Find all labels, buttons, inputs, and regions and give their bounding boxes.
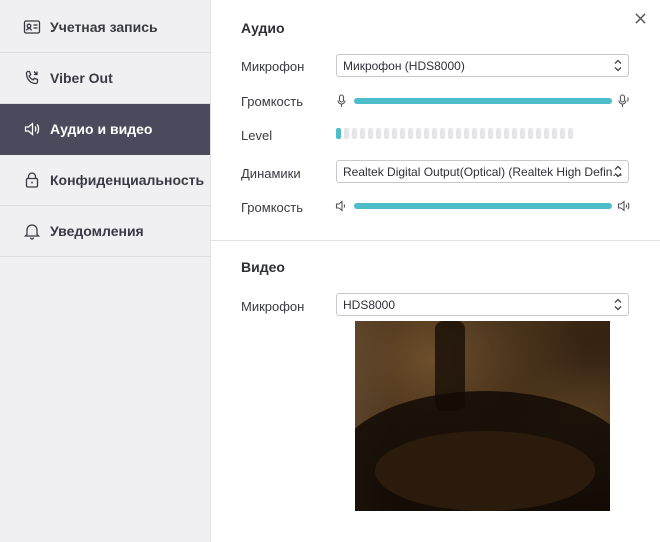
speaker-volume-track[interactable]	[354, 203, 612, 209]
settings-content: Аудио Микрофон Микрофон (HDS8000) Громко…	[211, 0, 660, 542]
section-divider	[211, 240, 660, 241]
speaker-high-icon	[617, 200, 630, 212]
phone-icon	[23, 69, 41, 87]
video-section-title: Видео	[241, 259, 285, 275]
level-bar	[424, 128, 429, 139]
speakers-select-value: Realtek Digital Output(Optical) (Realtek…	[343, 164, 623, 179]
level-bar	[336, 128, 341, 139]
close-icon	[634, 12, 646, 24]
sidebar-item-account[interactable]: Учетная запись	[0, 2, 210, 53]
level-bar	[432, 128, 437, 139]
level-bar	[448, 128, 453, 139]
sidebar-item-label: Учетная запись	[50, 19, 158, 35]
level-bar	[392, 128, 397, 139]
speaker-volume-fill	[354, 203, 612, 209]
level-meter	[336, 128, 573, 139]
mic-high-icon	[618, 94, 629, 107]
level-bar	[560, 128, 565, 139]
audio-section-title: Аудио	[241, 20, 285, 36]
camera-select-value: HDS8000	[343, 297, 396, 312]
speaker-low-icon	[335, 200, 346, 212]
mic-low-icon	[337, 94, 346, 107]
mic-volume-slider[interactable]	[335, 94, 631, 108]
level-bar	[464, 128, 469, 139]
mic-volume-track[interactable]	[354, 98, 612, 104]
level-bar	[344, 128, 349, 139]
level-bar	[512, 128, 517, 139]
level-bar	[552, 128, 557, 139]
speakers-label: Динамики	[241, 166, 301, 181]
level-bar	[528, 128, 533, 139]
sidebar-item-viber-out[interactable]: Viber Out	[0, 53, 210, 104]
level-bar	[384, 128, 389, 139]
level-bar	[456, 128, 461, 139]
level-bar	[400, 128, 405, 139]
camera-select[interactable]: HDS8000	[336, 293, 629, 316]
mic-volume-fill	[354, 98, 612, 104]
sidebar-item-audio-video[interactable]: Аудио и видео	[0, 104, 210, 155]
level-bar	[488, 128, 493, 139]
lock-icon	[23, 171, 41, 189]
speaker-icon	[23, 120, 41, 138]
chevron-updown-icon	[614, 165, 622, 178]
level-bar	[416, 128, 421, 139]
sidebar-item-label: Уведомления	[50, 223, 144, 239]
level-bar	[520, 128, 525, 139]
level-bar	[544, 128, 549, 139]
chevron-updown-icon	[614, 298, 622, 311]
microphone-label: Микрофон	[241, 59, 305, 74]
settings-sidebar: Учетная запись Viber Out Аудио и видео К…	[0, 0, 211, 542]
speakers-select[interactable]: Realtek Digital Output(Optical) (Realtek…	[336, 160, 629, 183]
level-bar	[472, 128, 477, 139]
level-bar	[536, 128, 541, 139]
bell-icon	[23, 222, 41, 240]
level-bar	[480, 128, 485, 139]
chevron-updown-icon	[614, 59, 622, 72]
level-bar	[352, 128, 357, 139]
mic-volume-label: Громкость	[241, 94, 303, 109]
microphone-select-value: Микрофон (HDS8000)	[343, 58, 465, 73]
contact-card-icon	[23, 18, 41, 36]
camera-label: Микрофон	[241, 299, 305, 314]
camera-preview	[355, 321, 610, 511]
level-bar	[568, 128, 573, 139]
level-label: Level	[241, 128, 273, 143]
level-bar	[440, 128, 445, 139]
level-bar	[504, 128, 509, 139]
microphone-select[interactable]: Микрофон (HDS8000)	[336, 54, 629, 77]
level-bar	[408, 128, 413, 139]
level-bar	[360, 128, 365, 139]
level-bar	[376, 128, 381, 139]
sidebar-item-label: Viber Out	[50, 70, 113, 86]
sidebar-item-label: Аудио и видео	[50, 121, 153, 137]
speaker-volume-label: Громкость	[241, 200, 303, 215]
speaker-volume-slider[interactable]	[335, 199, 631, 213]
sidebar-item-notifications[interactable]: Уведомления	[0, 206, 210, 257]
level-bar	[496, 128, 501, 139]
close-button[interactable]	[632, 10, 648, 26]
sidebar-item-label: Конфиденциальность	[50, 172, 205, 188]
sidebar-item-privacy[interactable]: Конфиденциальность	[0, 155, 210, 206]
level-bar	[368, 128, 373, 139]
